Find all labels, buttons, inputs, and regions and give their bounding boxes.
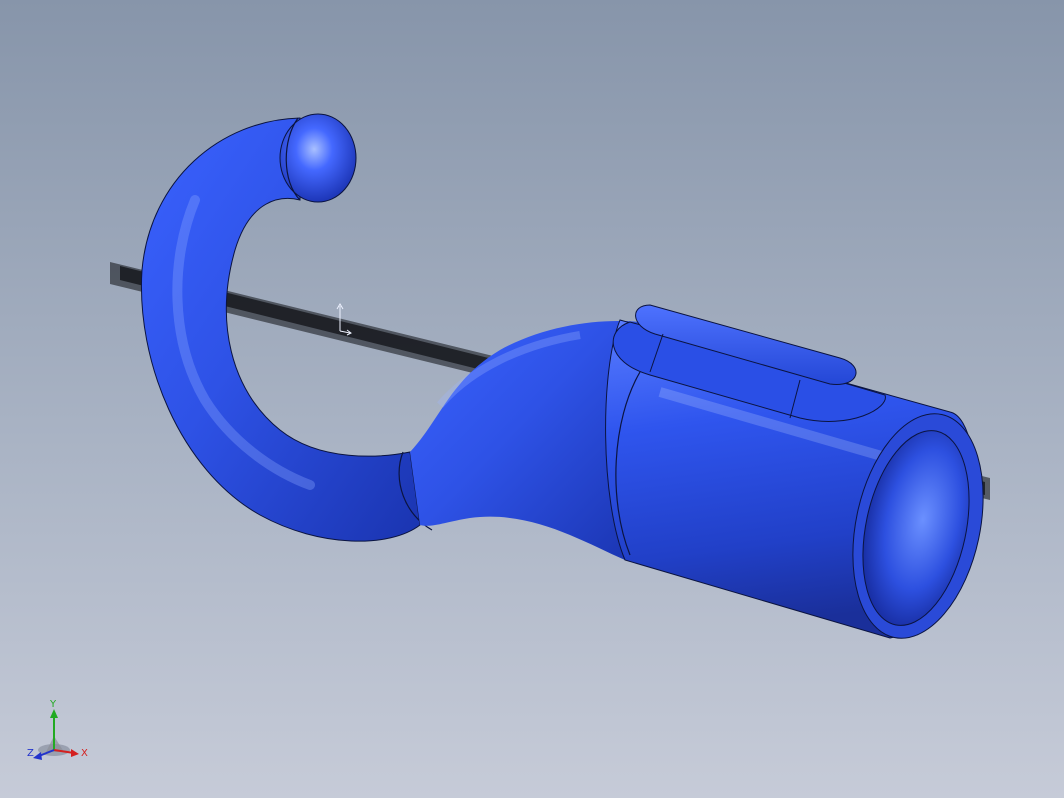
- x-axis-arrow: [71, 749, 79, 757]
- y-axis-label: Y: [49, 700, 57, 710]
- z-axis-label: Z: [27, 748, 34, 759]
- y-axis-arrow: [50, 709, 58, 718]
- x-axis-label: X: [81, 748, 88, 759]
- view-orientation-triad-icon[interactable]: Y X Z: [24, 700, 94, 770]
- model-view[interactable]: [0, 0, 1064, 798]
- hook-tip-knob[interactable]: [279, 113, 357, 203]
- graphics-viewport[interactable]: Y X Z: [0, 0, 1064, 798]
- z-axis-arrow: [33, 752, 42, 760]
